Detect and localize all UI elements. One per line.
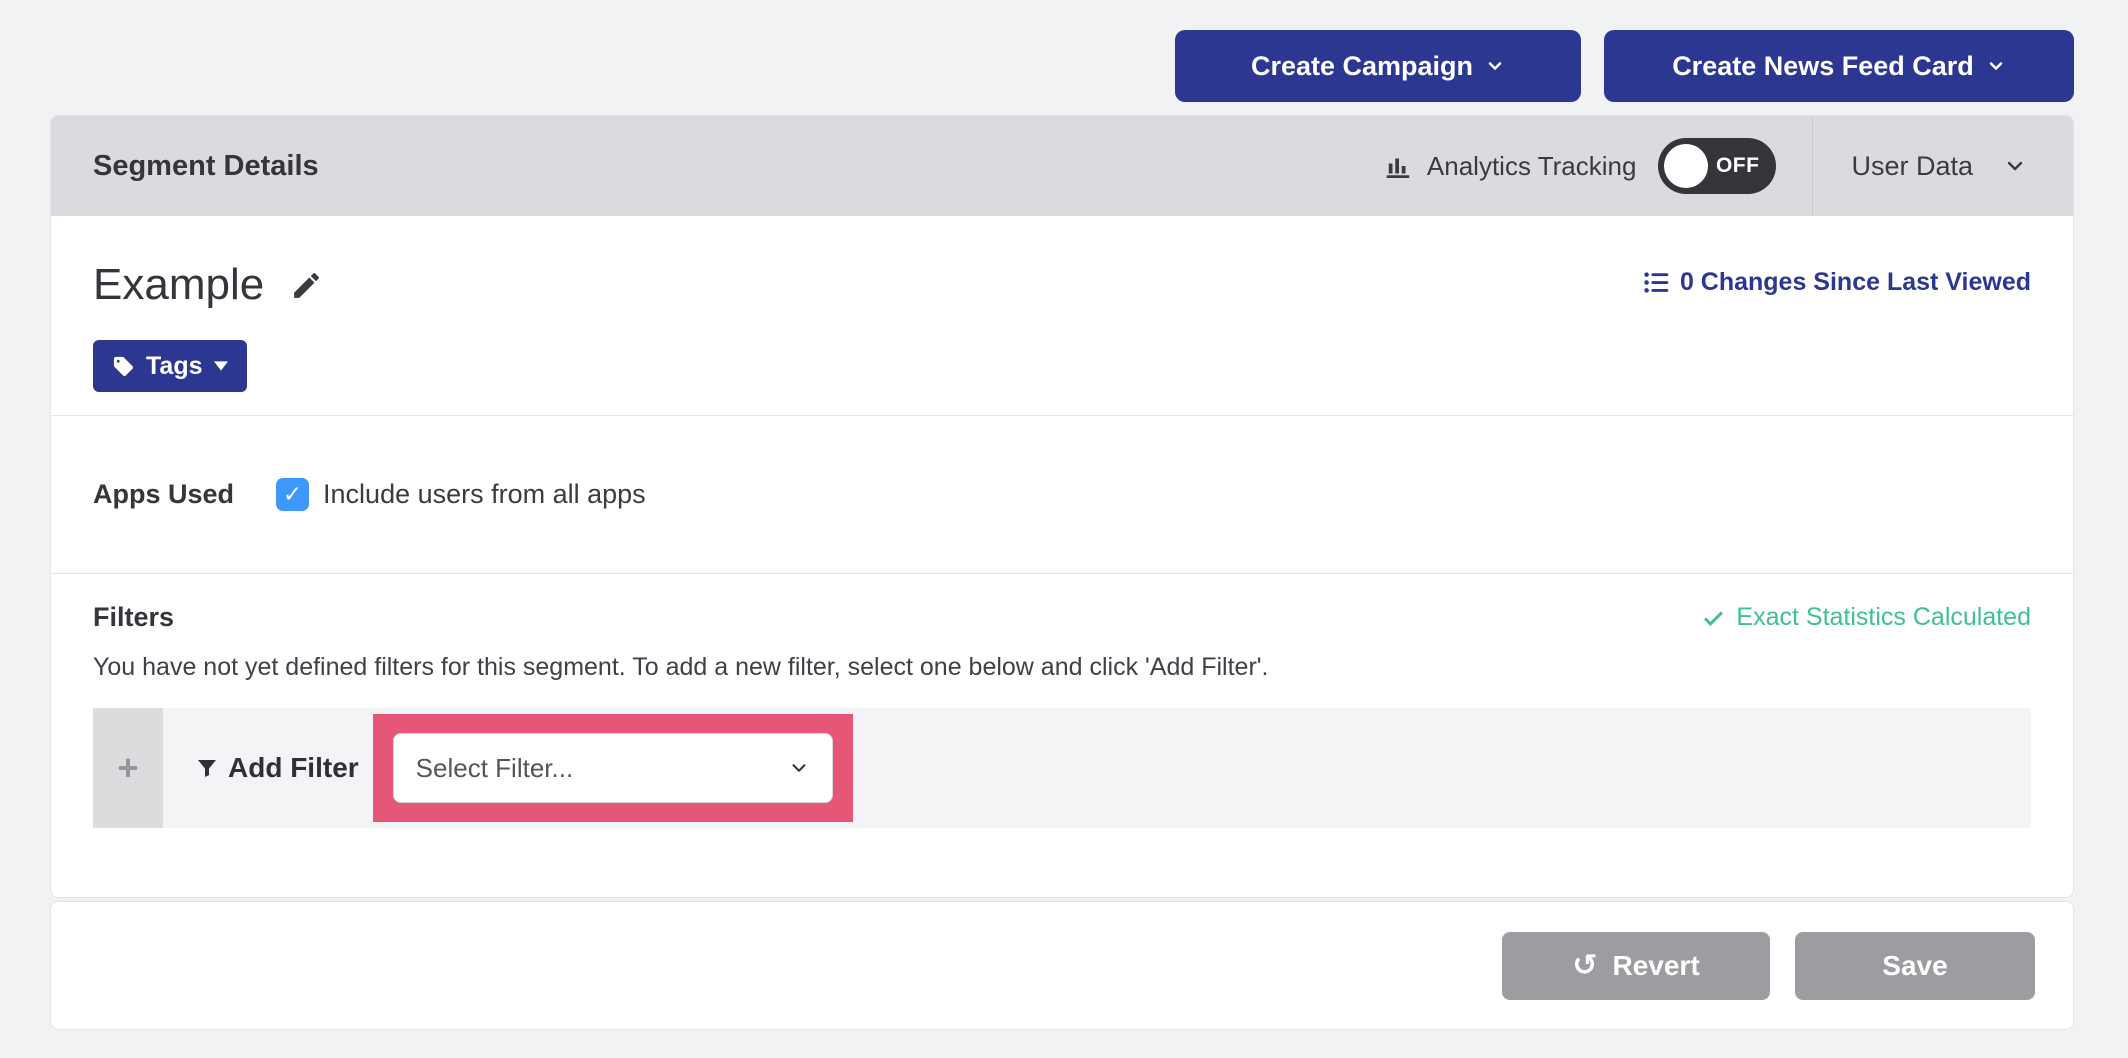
include-all-apps-checkbox[interactable]: ✓ xyxy=(276,478,309,511)
analytics-tracking-group: Analytics Tracking xyxy=(1383,151,1637,182)
toggle-state-label: OFF xyxy=(1716,154,1760,178)
save-button-label: Save xyxy=(1882,950,1947,982)
create-news-feed-card-button[interactable]: Create News Feed Card xyxy=(1604,30,2074,102)
changes-since-last-viewed-link[interactable]: 0 Changes Since Last Viewed xyxy=(1643,268,2031,297)
revert-button-label: Revert xyxy=(1612,950,1699,982)
segment-name: Example xyxy=(93,260,264,310)
analytics-tracking-toggle[interactable]: OFF xyxy=(1658,138,1776,194)
create-news-feed-card-label: Create News Feed Card xyxy=(1672,51,1974,82)
include-all-apps-label: Include users from all apps xyxy=(323,479,646,510)
tag-icon xyxy=(112,355,135,378)
user-data-dropdown[interactable]: User Data xyxy=(1851,151,2073,182)
footer-actions-card: ↺ Revert Save xyxy=(50,901,2074,1030)
filters-title: Filters xyxy=(93,602,174,633)
change-list-icon xyxy=(1643,269,1670,296)
apps-used-section: Apps Used ✓ Include users from all apps xyxy=(51,416,2073,573)
exact-statistics-status: Exact Statistics Calculated xyxy=(1701,603,2031,632)
tags-button-label: Tags xyxy=(146,352,203,381)
funnel-icon xyxy=(195,756,219,780)
segment-title-section: Example 0 Changes Since Last Viewed xyxy=(51,216,2073,415)
bar-chart-icon xyxy=(1383,151,1413,181)
add-filter-label-group: Add Filter xyxy=(195,752,359,784)
revert-button[interactable]: ↺ Revert xyxy=(1502,932,1770,1000)
revert-icon: ↺ xyxy=(1572,951,1597,981)
add-filter-plus-button[interactable]: + xyxy=(93,708,163,828)
add-filter-label: Add Filter xyxy=(228,752,359,784)
filters-section: Filters Exact Statistics Calculated You … xyxy=(51,574,2073,828)
edit-pencil-icon[interactable] xyxy=(290,269,323,302)
segment-details-card: Segment Details Analytics Tracking OFF xyxy=(50,115,2074,898)
tags-button[interactable]: Tags xyxy=(93,340,247,392)
plus-icon: + xyxy=(117,747,138,789)
annotation-highlight-box: Select Filter... xyxy=(373,714,853,822)
save-button[interactable]: Save xyxy=(1795,932,2035,1000)
apps-used-label: Apps Used xyxy=(93,479,234,510)
user-data-label: User Data xyxy=(1851,151,1973,182)
add-filter-row: + Add Filter Select Filter... xyxy=(93,708,2031,828)
chevron-down-icon xyxy=(1485,56,1505,76)
card-header-bar: Segment Details Analytics Tracking OFF xyxy=(51,116,2073,216)
create-campaign-button[interactable]: Create Campaign xyxy=(1175,30,1581,102)
toggle-knob xyxy=(1664,144,1708,188)
select-filter-placeholder: Select Filter... xyxy=(416,753,574,784)
analytics-tracking-label: Analytics Tracking xyxy=(1427,151,1637,182)
filters-empty-message: You have not yet defined filters for thi… xyxy=(93,653,2031,682)
changes-link-label: 0 Changes Since Last Viewed xyxy=(1680,268,2031,297)
create-campaign-label: Create Campaign xyxy=(1251,51,1473,82)
exact-statistics-label: Exact Statistics Calculated xyxy=(1736,603,2031,632)
page-title: Segment Details xyxy=(93,150,319,183)
chevron-down-icon xyxy=(788,757,810,779)
chevron-down-icon xyxy=(1986,56,2006,76)
chevron-down-icon xyxy=(2003,154,2027,178)
caret-down-icon xyxy=(214,361,228,371)
header-divider xyxy=(1812,116,1813,216)
checkmark-glyph: ✓ xyxy=(283,481,302,508)
check-icon xyxy=(1701,605,1726,630)
select-filter-dropdown[interactable]: Select Filter... xyxy=(393,733,833,803)
